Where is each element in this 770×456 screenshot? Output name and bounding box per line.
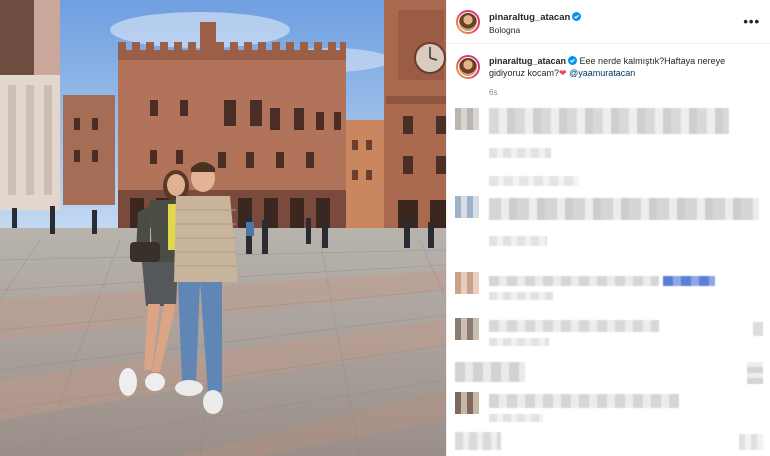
- blurred-avatar: [455, 108, 479, 130]
- heart-emoji-icon: ❤: [559, 68, 567, 78]
- caption-mention[interactable]: @yaamuratacan: [569, 68, 635, 78]
- blurred-like-icon: [739, 434, 763, 450]
- post-sidebar: pinaraltug_atacan Bologna ••• pinaraltug…: [446, 0, 770, 456]
- caption-body: pinaraltug_atacan Eee nerde kalmıştık?Ha…: [489, 55, 741, 79]
- caption-time[interactable]: 6s: [447, 88, 770, 97]
- blurred-comment-meta: [489, 338, 549, 346]
- caption-username[interactable]: pinaraltug_atacan: [489, 56, 566, 66]
- blurred-comment-text: [489, 394, 679, 408]
- verified-badge-icon: [572, 12, 582, 22]
- photo-scene: [0, 0, 446, 456]
- blurred-comment-text: [455, 362, 525, 382]
- blurred-comment-meta: [489, 176, 579, 186]
- blurred-comment-meta: [489, 148, 551, 158]
- post-location[interactable]: Bologna: [489, 25, 743, 36]
- blurred-like-icon: [753, 322, 763, 336]
- blurred-comment-text: [489, 108, 729, 134]
- blurred-comment-meta: [489, 236, 547, 246]
- post-caption: pinaraltug_atacan Eee nerde kalmıştık?Ha…: [447, 44, 770, 79]
- blurred-mention-link: [663, 276, 715, 286]
- blurred-comment-text: [455, 432, 501, 450]
- blurred-comment-text: [489, 276, 659, 286]
- author-info: pinaraltug_atacan Bologna: [489, 7, 743, 35]
- caption-avatar[interactable]: [456, 55, 480, 79]
- blurred-avatar: [455, 272, 479, 294]
- blurred-avatar: [455, 392, 479, 414]
- blurred-comment-text: [489, 320, 659, 332]
- blurred-avatar: [455, 318, 479, 340]
- post-header: pinaraltug_atacan Bologna •••: [447, 0, 770, 44]
- blurred-comment-meta: [489, 292, 553, 300]
- verified-badge-icon: [568, 56, 578, 65]
- author-avatar[interactable]: [456, 9, 480, 34]
- blurred-comment-text: [489, 198, 759, 220]
- more-options-icon[interactable]: •••: [743, 14, 760, 29]
- author-username[interactable]: pinaraltug_atacan: [489, 12, 570, 23]
- blurred-comment-meta: [489, 414, 543, 422]
- blurred-avatar: [455, 196, 479, 218]
- avatar-image: [458, 11, 478, 32]
- avatar-image: [458, 57, 478, 77]
- blurred-like-icon: [747, 362, 763, 384]
- post-photo[interactable]: [0, 0, 446, 456]
